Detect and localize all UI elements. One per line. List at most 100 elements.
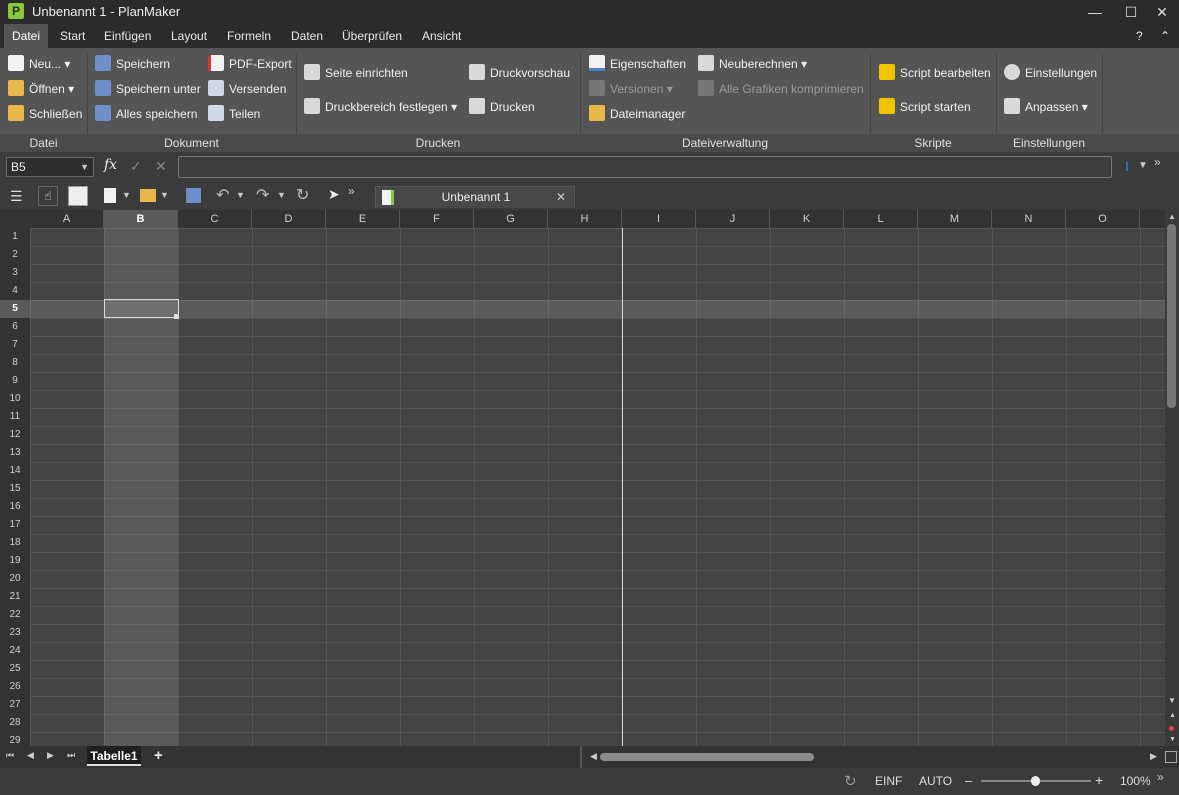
chevron-down-icon[interactable]: ▼ xyxy=(277,190,286,200)
tab-layout[interactable]: Layout xyxy=(163,24,215,48)
chevron-down-icon[interactable]: ▼ xyxy=(160,190,169,200)
formula-input[interactable] xyxy=(178,156,1112,178)
neu-button[interactable]: Neu... ▾ xyxy=(8,54,70,74)
document-tab[interactable]: Unbenannt 1 ✕ xyxy=(375,186,575,208)
row-header[interactable]: 15 xyxy=(0,480,30,498)
column-header[interactable]: H xyxy=(548,210,622,228)
more-icon[interactable]: » xyxy=(348,184,355,198)
scroll-down-icon[interactable]: ▼ xyxy=(1168,696,1176,705)
minimize-button[interactable]: — xyxy=(1078,0,1112,24)
versionen-button[interactable]: Versionen ▾ xyxy=(589,79,673,99)
add-sheet-button[interactable]: + xyxy=(154,747,163,764)
column-header[interactable]: L xyxy=(844,210,918,228)
last-sheet-icon[interactable]: ⏭ xyxy=(67,750,75,761)
column-header[interactable]: I xyxy=(622,210,696,228)
tab-formeln[interactable]: Formeln xyxy=(219,24,279,48)
alles-speichern-button[interactable]: Alles speichern xyxy=(95,104,197,124)
next-page-icon[interactable]: ▼ xyxy=(1169,736,1176,743)
chevron-down-icon[interactable]: ▼ xyxy=(1138,160,1148,171)
help-button[interactable]: ? xyxy=(1128,24,1151,48)
row-header[interactable]: 19 xyxy=(0,552,30,570)
row-header[interactable]: 22 xyxy=(0,606,30,624)
more-icon[interactable]: » xyxy=(1157,770,1164,784)
collapse-ribbon-icon[interactable]: ⌃ xyxy=(1152,24,1178,48)
chevron-down-icon[interactable]: ▼ xyxy=(122,190,131,200)
row-header[interactable]: 29 xyxy=(0,732,30,746)
schliessen-button[interactable]: Schließen xyxy=(8,104,82,124)
text-cursor-icon[interactable]: I xyxy=(1125,158,1129,174)
row-header[interactable]: 3 xyxy=(0,264,30,282)
alle-grafiken-button[interactable]: Alle Grafiken komprimieren xyxy=(698,79,864,99)
row-header[interactable]: 5 xyxy=(0,300,30,318)
druckvorschau-button[interactable]: Druckvorschau xyxy=(469,63,570,83)
dateimanager-button[interactable]: Dateimanager xyxy=(589,104,685,124)
auto-calc-indicator[interactable]: AUTO xyxy=(919,774,952,788)
chevron-down-icon[interactable]: ▼ xyxy=(236,190,245,200)
einstellungen-button[interactable]: Einstellungen xyxy=(1004,63,1097,83)
pointer-icon[interactable]: ➤ xyxy=(328,186,340,203)
tab-einfuegen[interactable]: Einfügen xyxy=(96,24,159,48)
row-header[interactable]: 28 xyxy=(0,714,30,732)
fill-handle[interactable] xyxy=(174,314,179,319)
zoom-slider-thumb[interactable] xyxy=(1031,776,1040,786)
undo-icon[interactable]: ↶ xyxy=(216,185,229,205)
sheet-tab-tabelle1[interactable]: Tabelle1 xyxy=(87,746,141,766)
scroll-left-icon[interactable]: ◀ xyxy=(590,751,597,762)
row-header[interactable]: 4 xyxy=(0,282,30,300)
sidebar-toggle-icon[interactable] xyxy=(68,186,88,206)
row-header[interactable]: 10 xyxy=(0,390,30,408)
select-all-corner[interactable] xyxy=(0,210,30,228)
menu-icon[interactable]: ☰ xyxy=(10,188,23,205)
column-header[interactable]: F xyxy=(400,210,474,228)
resize-corner-icon[interactable] xyxy=(1165,751,1177,763)
column-header[interactable]: D xyxy=(252,210,326,228)
row-header[interactable]: 25 xyxy=(0,660,30,678)
column-header[interactable]: E xyxy=(326,210,400,228)
script-starten-button[interactable]: Script starten xyxy=(879,97,971,117)
zoom-in-button[interactable]: + xyxy=(1095,772,1103,788)
speichern-unter-button[interactable]: Speichern unter xyxy=(95,79,201,99)
row-header[interactable]: 9 xyxy=(0,372,30,390)
open-folder-icon[interactable] xyxy=(140,189,156,202)
cell-reference-box[interactable]: B5 ▼ xyxy=(6,157,94,177)
speichern-button[interactable]: Speichern xyxy=(95,54,170,74)
versenden-button[interactable]: Versenden xyxy=(208,79,286,99)
column-header[interactable]: J xyxy=(696,210,770,228)
tab-ueberpruefen[interactable]: Überprüfen xyxy=(334,24,410,48)
scroll-up-icon[interactable]: ▲ xyxy=(1168,212,1176,221)
chevron-down-icon[interactable]: ▼ xyxy=(80,158,89,176)
insert-mode-indicator[interactable]: EINF xyxy=(875,774,902,788)
row-header[interactable]: 7 xyxy=(0,336,30,354)
row-header[interactable]: 23 xyxy=(0,624,30,642)
touch-mode-icon[interactable]: ☝ xyxy=(38,186,58,206)
row-header[interactable]: 12 xyxy=(0,426,30,444)
scroll-right-icon[interactable]: ▶ xyxy=(1150,751,1157,762)
row-header[interactable]: 2 xyxy=(0,246,30,264)
cancel-icon[interactable]: ✕ xyxy=(155,158,167,175)
seite-einrichten-button[interactable]: Seite einrichten xyxy=(304,63,408,83)
active-cell[interactable] xyxy=(104,299,179,318)
row-header[interactable]: 20 xyxy=(0,570,30,588)
vertical-scrollbar[interactable]: ▲ ▼ ▲ ▼ xyxy=(1165,210,1179,746)
maximize-button[interactable]: ☐ xyxy=(1114,0,1148,24)
druckbereich-button[interactable]: Druckbereich festlegen ▾ xyxy=(304,97,457,117)
drucken-button[interactable]: Drucken xyxy=(469,97,535,117)
anpassen-button[interactable]: Anpassen ▾ xyxy=(1004,97,1088,117)
previous-page-icon[interactable]: ▲ xyxy=(1169,712,1176,719)
pdf-export-button[interactable]: PDF-Export xyxy=(208,54,292,74)
confirm-icon[interactable]: ✓ xyxy=(130,158,142,175)
horizontal-scroll-thumb[interactable] xyxy=(600,753,814,761)
row-header[interactable]: 13 xyxy=(0,444,30,462)
column-header[interactable]: C xyxy=(178,210,252,228)
column-header[interactable]: O xyxy=(1066,210,1140,228)
column-header[interactable]: M xyxy=(918,210,992,228)
redo-icon[interactable]: ↷ xyxy=(256,185,269,205)
browse-object-icon[interactable] xyxy=(1169,726,1174,731)
row-header[interactable]: 8 xyxy=(0,354,30,372)
zoom-level[interactable]: 100% xyxy=(1120,774,1151,788)
row-header[interactable]: 11 xyxy=(0,408,30,426)
row-header[interactable]: 18 xyxy=(0,534,30,552)
column-header[interactable]: A xyxy=(30,210,104,228)
new-document-icon[interactable] xyxy=(104,188,116,203)
more-icon[interactable]: » xyxy=(1154,155,1161,169)
